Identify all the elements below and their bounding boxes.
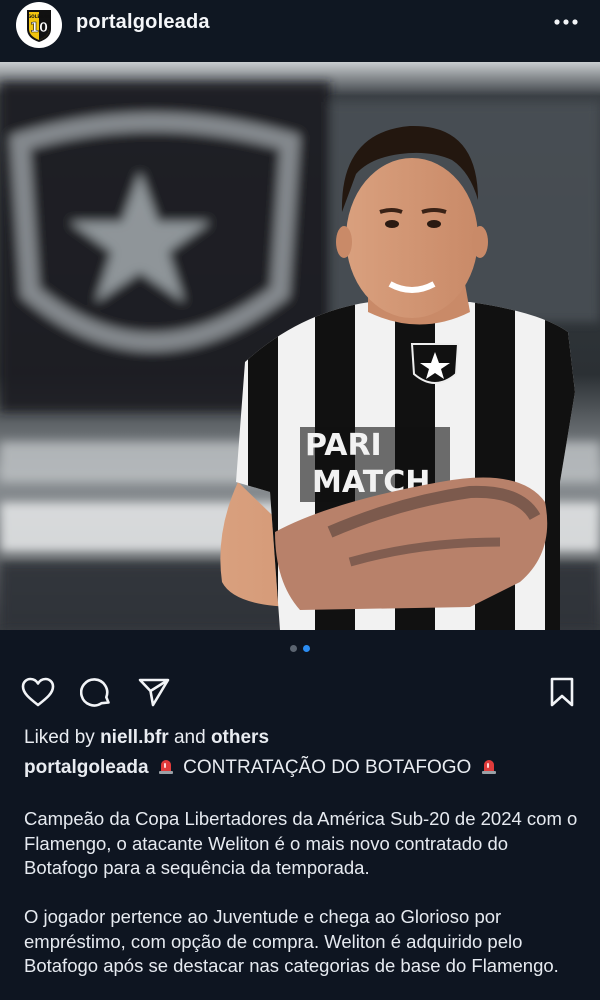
post-header: 10 GOLEADA portalgoleada: [0, 0, 600, 62]
logo-text: GOLEADA: [28, 14, 51, 19]
caption-headline: portalgoleada CONTRATAÇÃO DO BOTAFOGO: [24, 756, 580, 780]
rotating-light-icon: [481, 760, 496, 774]
jersey-sponsor-line1: PARI: [305, 428, 382, 463]
caption-headline-text: CONTRATAÇÃO DO BOTAFOGO: [183, 757, 472, 778]
heart-icon[interactable]: [20, 674, 56, 710]
likes-others-link[interactable]: others: [211, 727, 269, 748]
caption-paragraph-1: Campeão da Copa Libertadores da América …: [24, 808, 578, 878]
player-photo: PARI MATCH: [0, 62, 600, 630]
action-bar: [0, 672, 600, 712]
post-username[interactable]: portalgoleada: [76, 11, 210, 34]
goleada-logo: 10 GOLEADA: [27, 10, 51, 42]
carousel-dot: [290, 645, 297, 652]
caption-username[interactable]: portalgoleada: [24, 757, 149, 778]
likes-line: Liked by niell.bfr and others: [24, 727, 269, 749]
caption-paragraph-2: O jogador pertence ao Juventude e chega …: [24, 906, 559, 976]
more-options-icon[interactable]: [550, 8, 582, 36]
likes-prefix: Liked by: [24, 727, 95, 748]
post-image[interactable]: PARI MATCH: [0, 62, 600, 630]
profile-avatar[interactable]: 10 GOLEADA: [16, 2, 62, 48]
carousel-indicator: [0, 645, 600, 657]
comment-icon[interactable]: [78, 674, 114, 710]
send-icon[interactable]: [136, 674, 172, 710]
logo-number: 10: [30, 21, 48, 36]
bookmark-icon[interactable]: [544, 674, 580, 710]
rotating-light-icon: [158, 760, 173, 774]
carousel-dot-active: [303, 645, 310, 652]
likes-and: and: [173, 727, 206, 748]
liked-by-user[interactable]: niell.bfr: [100, 727, 169, 748]
